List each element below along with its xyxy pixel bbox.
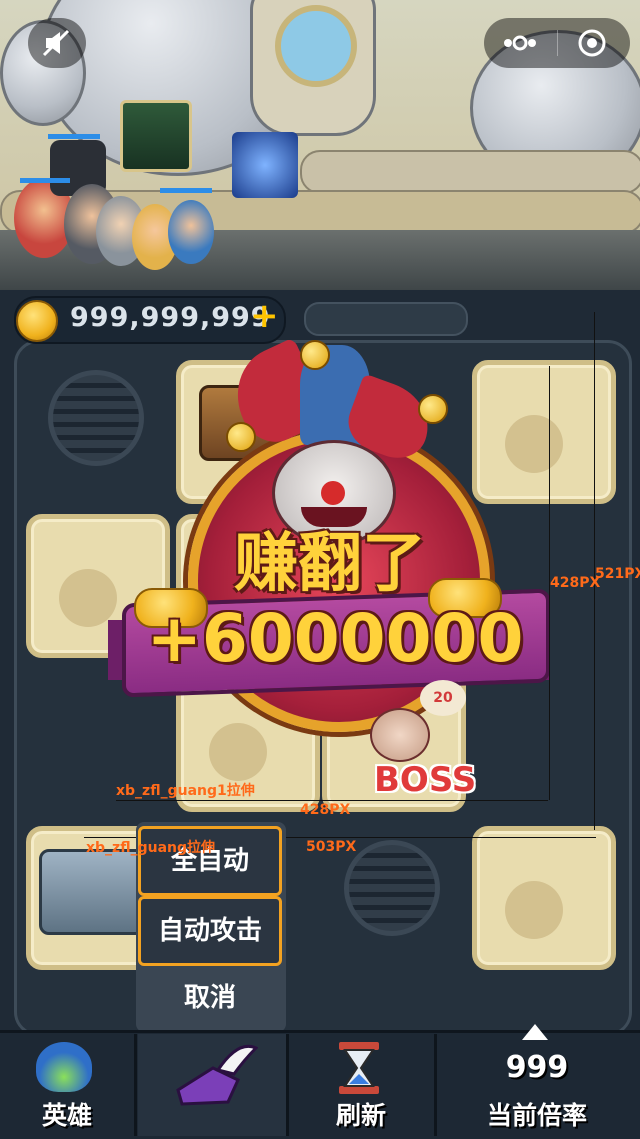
hourglass-icon <box>339 1042 379 1094</box>
boots-icon <box>176 1044 258 1106</box>
arrow-up-icon[interactable] <box>522 1024 548 1040</box>
target-icon <box>578 29 606 57</box>
nav-auto-button[interactable] <box>138 1034 286 1136</box>
more-dots-icon <box>504 35 536 51</box>
reward-title: 赚翻了 <box>234 527 426 601</box>
hero-blue[interactable] <box>168 200 214 264</box>
flask-icon <box>209 723 267 781</box>
add-coins-button[interactable]: + <box>250 296 279 336</box>
close-button[interactable] <box>576 28 608 58</box>
menu-item-auto-attack[interactable]: 自动攻击 <box>138 896 282 966</box>
skill-clone-icon[interactable] <box>232 132 298 198</box>
stretch-label: xb_zfl_guang拉伸 <box>86 840 216 856</box>
hero-hp-bar <box>160 188 212 193</box>
flask-icon <box>505 415 563 473</box>
boss-label: BOSS <box>374 760 477 800</box>
dim-label-width-503: 503PX <box>306 839 357 855</box>
menu-item-cancel[interactable]: 取消 <box>138 966 282 1030</box>
dim-label-width-428: 428PX <box>300 802 351 818</box>
porthole-window <box>275 5 357 87</box>
grid-tile-locked[interactable] <box>472 826 616 970</box>
capsule-divider <box>557 30 558 56</box>
skill-thorns-icon[interactable] <box>120 100 192 172</box>
multiplier-value: 999 <box>505 1050 569 1085</box>
pod-door <box>250 0 376 136</box>
coin-amount: 999,999,999 <box>70 302 271 333</box>
nav-refresh-button[interactable]: 刷新 <box>289 1034 434 1136</box>
nav-refresh-label: 刷新 <box>335 1101 386 1130</box>
jester-bell <box>418 394 448 424</box>
hero-helmet-icon <box>36 1042 92 1092</box>
measure-line-horizontal <box>116 800 548 801</box>
nav-heroes-button[interactable]: 英雄 <box>0 1034 134 1136</box>
dim-label-height-428: 428PX <box>550 575 601 591</box>
jester-bell <box>226 422 256 452</box>
mute-icon <box>42 29 70 57</box>
hero-hp-bar <box>48 134 100 139</box>
empty-slot-vent[interactable] <box>344 840 440 936</box>
coin-icon <box>16 300 58 342</box>
nav-divider <box>134 1034 137 1136</box>
silver-chest-icon <box>39 849 149 935</box>
mute-button[interactable] <box>28 18 86 68</box>
nav-heroes-label: 英雄 <box>41 1101 92 1130</box>
stretch-label: xb_zfl_guang1拉伸 <box>116 783 255 799</box>
more-button[interactable] <box>498 28 542 58</box>
clown-nose <box>321 481 345 505</box>
boss-clown-icon <box>370 708 430 762</box>
battle-scene <box>0 0 640 290</box>
flask-icon <box>59 569 117 627</box>
empty-slot-vent[interactable] <box>48 370 144 466</box>
reward-amount: +6000000 <box>146 600 524 677</box>
progress-slot <box>304 302 468 336</box>
walkway-rail <box>300 150 640 194</box>
flask-icon <box>505 881 563 939</box>
jester-bell <box>300 340 330 370</box>
hero-hp-bar <box>20 178 70 183</box>
level-badge: 20 <box>420 680 466 716</box>
multiplier-label: 当前倍率 <box>486 1101 587 1130</box>
nav-multiplier-button[interactable]: 999 当前倍率 <box>437 1034 640 1136</box>
dim-label-height-521: 521PX <box>595 566 640 582</box>
